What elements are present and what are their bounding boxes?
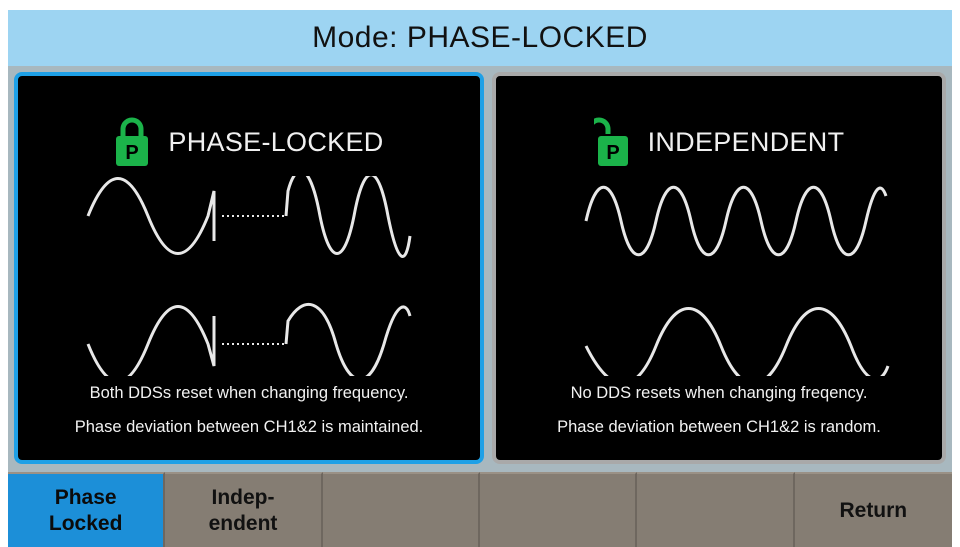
description-line-2: Phase deviation between CH1&2 is maintai… [74,418,424,436]
svg-text:P: P [606,142,619,164]
phase-locked-softkey[interactable]: Phase Locked [8,472,166,547]
independent-panel[interactable]: P INDEPENDENT No DDS resets when changin… [492,72,946,464]
empty-softkey-5[interactable] [637,472,795,547]
panel-header: P INDEPENDENT [496,116,942,168]
page-title: Mode: PHASE-LOCKED [8,10,952,66]
description-line-1: No DDS resets when changing freqency. [570,384,868,402]
description-line-2: Phase deviation between CH1&2 is random. [557,418,881,436]
empty-softkey-4[interactable] [479,472,638,547]
return-softkey[interactable]: Return [794,472,952,547]
locked-padlock-icon: P [116,117,149,166]
unlocked-padlock-icon: P [593,117,628,166]
description-line-1: Both DDSs reset when changing frequency. [89,384,409,402]
mode-screen: Mode: PHASE-LOCKED P PHASE-LOCKED Both D… [8,10,952,547]
phase-locked-panel[interactable]: P PHASE-LOCKED Both DDSs reset when chan… [14,72,484,464]
svg-text:P: P [126,142,139,164]
independent-softkey[interactable]: Indep- endent [165,472,323,547]
mode-panels: P PHASE-LOCKED Both DDSs reset when chan… [8,66,952,472]
panel-title: PHASE-LOCKED [168,126,384,157]
softkey-bar: Phase Locked Indep- endent Return [8,472,952,547]
independent-waveform-illustration [584,186,890,376]
phase-locked-waveform-illustration [86,176,412,376]
panel-header: P PHASE-LOCKED [18,116,480,168]
empty-softkey-3[interactable] [322,472,480,547]
panel-title: INDEPENDENT [647,126,845,157]
